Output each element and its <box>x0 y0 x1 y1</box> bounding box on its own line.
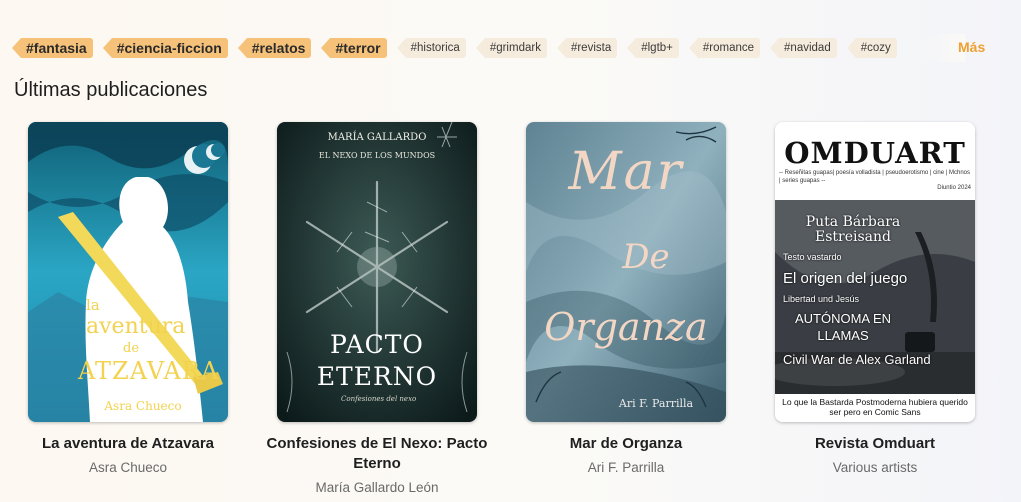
cover-item: El origen del juego <box>783 270 908 287</box>
cover-tagline: -- Reseñitas guapas| poesía volladista |… <box>779 170 971 184</box>
book-title[interactable]: Confesiones de El Nexo: Pacto Eterno <box>262 434 492 474</box>
cover-item: Libertad und Jesús <box>783 294 860 304</box>
cover-author: Asra Chueco <box>104 399 182 413</box>
book-title[interactable]: La aventura de Atzavara <box>28 434 228 454</box>
book-card-pacto-eterno[interactable]: MARÍA GALLARDO EL NEXO DE LOS MUNDOS PAC… <box>267 122 487 495</box>
cover-item: Puta Bárbara Estreisand <box>805 214 901 245</box>
tag-romance[interactable]: #romance <box>688 38 761 58</box>
cover-title-word3: Organza <box>544 305 708 349</box>
cover-title-line2: ETERNO <box>316 362 438 391</box>
book-card-atzavara[interactable]: la aventura de ATZAVARA Asra Chueco La a… <box>28 122 228 475</box>
tag-historica[interactable]: #historica <box>396 38 466 58</box>
tag-lgtb[interactable]: #lgtb+ <box>627 38 679 58</box>
book-card-mar-de-organza[interactable]: Mar De Organza Ari F. Parrilla Mar de Or… <box>526 122 726 475</box>
cover-masthead: OMDUART <box>784 136 966 170</box>
cover-issue: Diuntio 2024 <box>937 185 971 191</box>
book-cover[interactable]: OMDUART -- Reseñitas guapas| poesía voll… <box>775 122 975 422</box>
tag-relatos[interactable]: #relatos <box>237 38 312 58</box>
cover-title-word2: De <box>622 237 670 277</box>
tag-terror[interactable]: #terror <box>321 38 387 58</box>
tag-cozy[interactable]: #cozy <box>846 38 897 58</box>
cover-author: Ari F. Parrilla <box>618 397 694 410</box>
cover-title-word1: Mar <box>568 142 684 202</box>
book-author[interactable]: Asra Chueco <box>28 460 228 475</box>
more-tags-link[interactable]: Más <box>958 39 985 55</box>
cover-footer: Lo que la Bastarda Postmoderna hubiera q… <box>775 394 975 420</box>
tag-grimdark[interactable]: #grimdark <box>475 38 547 58</box>
cover-item: Civil War de Alex Garland <box>783 352 931 367</box>
book-author[interactable]: Ari F. Parrilla <box>526 460 726 475</box>
tag-navidad[interactable]: #navidad <box>770 38 837 58</box>
cover-title: la aventura de ATZAVARA <box>78 296 220 385</box>
cover-subtitle: Confesiones del nexo <box>341 395 417 403</box>
book-card-revista-omduart[interactable]: OMDUART -- Reseñitas guapas| poesía voll… <box>775 122 975 475</box>
book-cover[interactable]: MARÍA GALLARDO EL NEXO DE LOS MUNDOS PAC… <box>277 122 477 422</box>
tag-revista[interactable]: #revista <box>556 38 618 58</box>
book-cover[interactable]: la aventura de ATZAVARA Asra Chueco <box>28 122 228 422</box>
cover-item: Testo vastardo <box>783 252 842 262</box>
cover-author: MARÍA GALLARDO <box>327 132 427 143</box>
cover-series: EL NEXO DE LOS MUNDOS <box>318 151 436 160</box>
cover-item: AUTÓNOMA EN LLAMAS <box>794 311 892 343</box>
tag-ciencia-ficcion[interactable]: #ciencia-ficcion <box>102 38 228 58</box>
book-title[interactable]: Revista Omduart <box>775 434 975 454</box>
tag-fantasia[interactable]: #fantasia <box>12 38 93 58</box>
cover-title-line1: PACTO <box>330 330 424 359</box>
book-cover[interactable]: Mar De Organza Ari F. Parrilla <box>526 122 726 422</box>
book-author[interactable]: María Gallardo León <box>277 480 477 495</box>
section-title: Últimas publicaciones <box>14 79 208 101</box>
tag-bar: #fantasia #ciencia-ficcion #relatos #ter… <box>12 37 992 59</box>
book-author[interactable]: Various artists <box>775 460 975 475</box>
book-title[interactable]: Mar de Organza <box>526 434 726 454</box>
